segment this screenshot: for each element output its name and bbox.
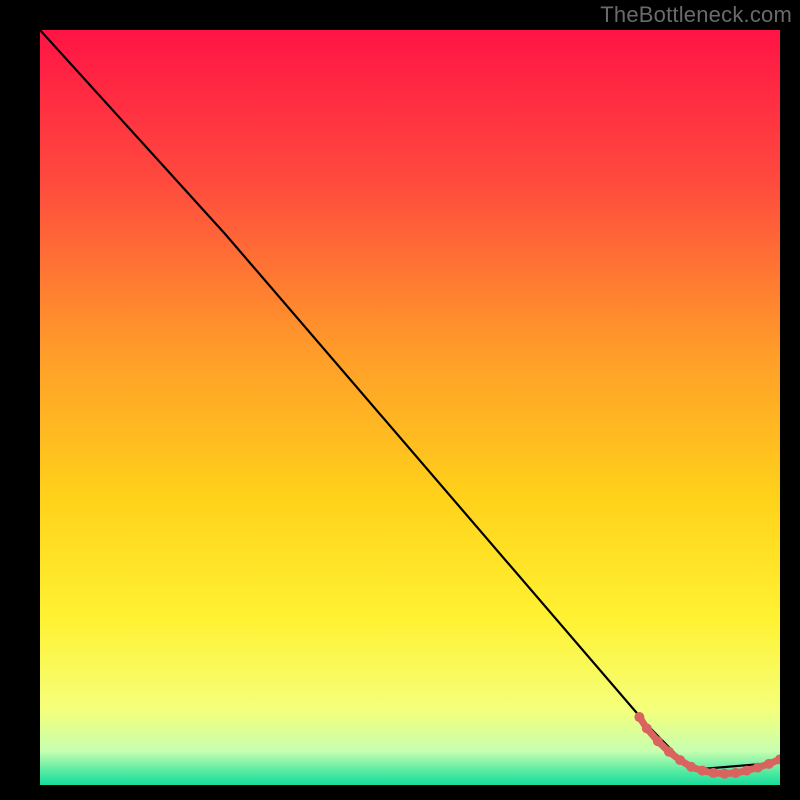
marker-highlight-segment xyxy=(708,768,718,778)
marker-highlight-segment xyxy=(634,712,644,722)
marker-highlight-segment xyxy=(742,766,752,776)
chart-frame: TheBottleneck.com xyxy=(0,0,800,800)
marker-highlight-segment xyxy=(753,763,763,773)
chart-svg xyxy=(40,30,780,785)
marker-highlight-segment xyxy=(686,762,696,772)
marker-highlight-segment xyxy=(653,736,663,746)
marker-highlight-segment xyxy=(675,755,685,765)
marker-highlight-segment xyxy=(697,766,707,776)
marker-highlight-segment xyxy=(720,769,730,779)
marker-highlight-segment xyxy=(731,768,741,778)
gradient-background xyxy=(40,30,780,785)
marker-highlight-segment xyxy=(642,723,652,733)
marker-highlight-segment xyxy=(664,747,674,757)
attribution-label: TheBottleneck.com xyxy=(600,2,792,28)
chart-plot xyxy=(40,30,780,785)
marker-highlight-segment xyxy=(764,759,774,769)
